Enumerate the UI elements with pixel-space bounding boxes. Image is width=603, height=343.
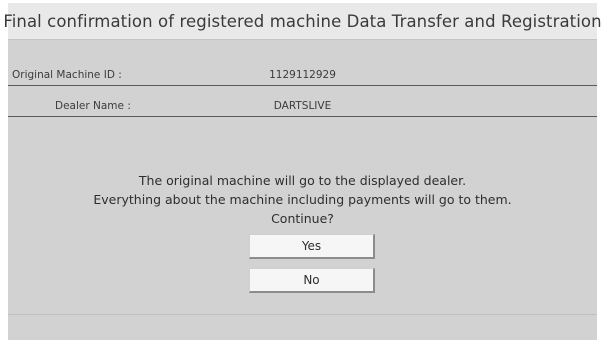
dealer-name-value: DARTSLIVE — [273, 100, 332, 112]
message-line-2: Everything about the machine including p… — [93, 192, 512, 207]
no-button[interactable]: No — [249, 268, 375, 293]
message-line-3: Continue? — [271, 211, 334, 226]
confirmation-message: The original machine will go to the disp… — [8, 171, 597, 228]
message-line-1: The original machine will go to the disp… — [138, 173, 467, 188]
page-title: Final confirmation of registered machine… — [3, 11, 602, 31]
machine-id-value: 1129112929 — [269, 69, 336, 81]
title-bar: Final confirmation of registered machine… — [3, 3, 602, 40]
confirmation-screen: Final confirmation of registered machine… — [3, 3, 602, 340]
machine-id-row: Original Machine ID : 1129112929 — [8, 66, 597, 86]
dealer-name-row: Dealer Name : DARTSLIVE — [8, 97, 597, 117]
footer-divider — [8, 314, 597, 315]
yes-button[interactable]: Yes — [249, 234, 375, 259]
